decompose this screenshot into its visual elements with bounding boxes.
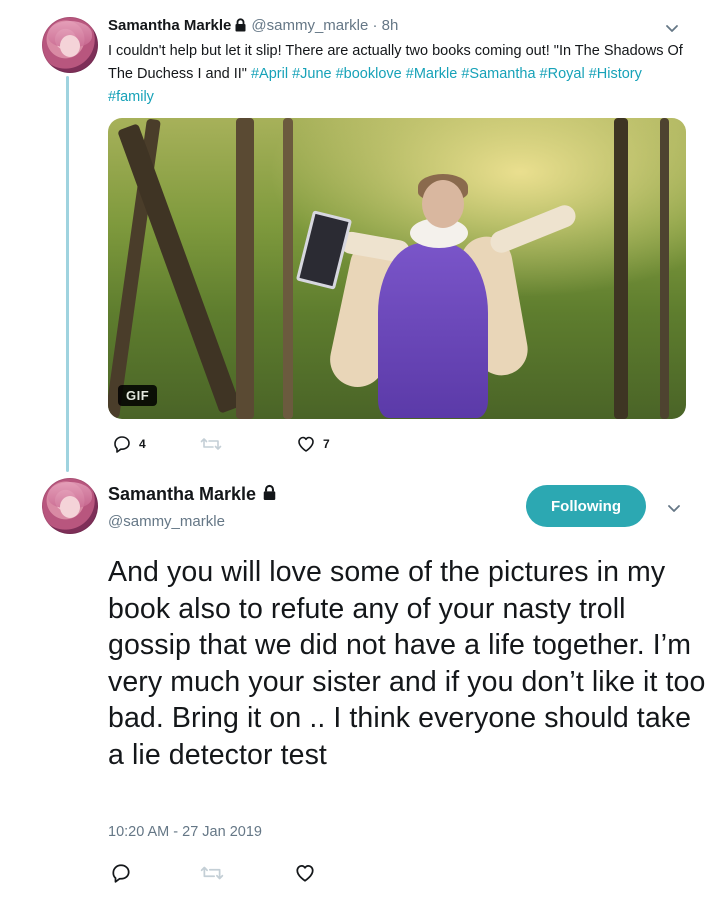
retweet-icon: [200, 862, 224, 884]
chevron-down-icon[interactable]: [666, 500, 682, 521]
avatar[interactable]: [42, 17, 98, 73]
gif-badge: GIF: [118, 385, 158, 406]
author-name-row: Samantha Markle: [108, 484, 281, 506]
chevron-down-icon[interactable]: [664, 20, 680, 41]
author-handle[interactable]: @sammy_markle: [251, 17, 368, 34]
like-button[interactable]: 7: [296, 434, 330, 454]
retweet-button[interactable]: [200, 862, 224, 884]
tweet-text: I couldn't help but let it slip! There a…: [108, 40, 688, 109]
reply-button[interactable]: [110, 862, 132, 884]
reply-icon: [110, 862, 132, 884]
retweet-button[interactable]: [200, 434, 229, 454]
like-icon: [296, 434, 316, 454]
thread-connector-line: [66, 76, 69, 472]
lock-icon: [262, 484, 277, 506]
reply-button[interactable]: 4: [112, 434, 146, 454]
author-name[interactable]: Samantha Markle: [108, 17, 231, 34]
following-button[interactable]: Following: [526, 485, 646, 527]
retweet-icon: [200, 434, 222, 454]
like-count: 7: [323, 437, 330, 451]
author-name[interactable]: Samantha Markle: [108, 484, 256, 504]
lock-icon: [234, 18, 247, 36]
avatar[interactable]: [42, 478, 98, 534]
like-button[interactable]: [294, 862, 316, 884]
author-handle[interactable]: @sammy_markle: [108, 513, 225, 530]
tweet-header: Samantha Markle @sammy_markle · 8h: [108, 17, 398, 36]
reply-count: 4: [139, 437, 146, 451]
tweet-text: And you will love some of the pictures i…: [108, 556, 706, 771]
time-ago[interactable]: 8h: [382, 17, 399, 34]
reply-icon: [112, 434, 132, 454]
like-icon: [294, 862, 316, 884]
tweet-timestamp[interactable]: 10:20 AM - 27 Jan 2019: [108, 824, 262, 840]
separator-dot: ·: [368, 17, 382, 34]
gif-media[interactable]: GIF: [108, 118, 686, 419]
